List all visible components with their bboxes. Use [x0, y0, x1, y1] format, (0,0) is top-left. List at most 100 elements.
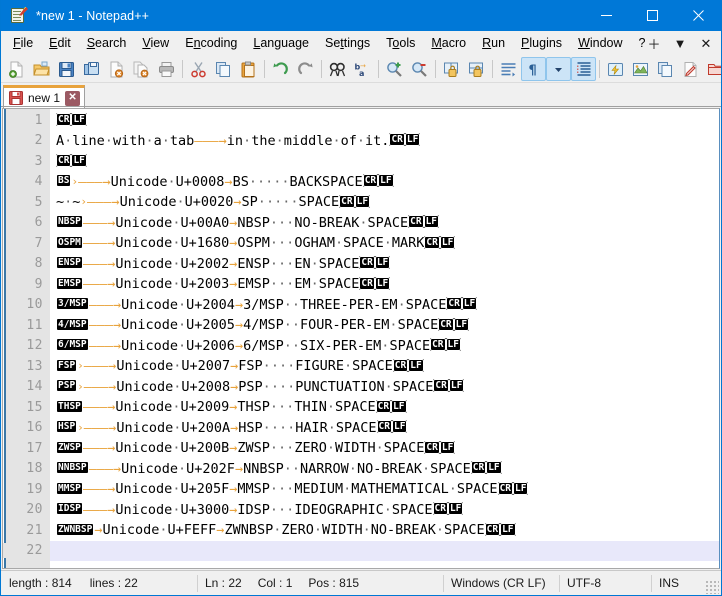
indent-guide-icon[interactable]: [571, 57, 596, 81]
sync-horizontal-scroll-icon[interactable]: [464, 57, 489, 81]
editor-line[interactable]: 21 ZWNBSP → Unicode · U+FEFF → ZWNBSP · ZERO · WIDT…: [3, 520, 719, 541]
tab-list-button[interactable]: ▼: [667, 31, 693, 56]
sync-vertical-scroll-icon[interactable]: [439, 57, 464, 81]
find-icon[interactable]: [325, 57, 350, 81]
close-all-icon[interactable]: [129, 57, 154, 81]
editor-line[interactable]: 5 ~ · ~ › ———→ Unicode · U+0020 → SP · · · · · SPACE CR LF: [3, 192, 719, 213]
menu-view[interactable]: View: [134, 33, 177, 54]
editor-line[interactable]: 10 3/MSP ———→ Unicode · U+2004 → 3/MSP · · THREE-P…: [3, 295, 719, 316]
close-tab-button[interactable]: ✕: [693, 31, 719, 56]
line-content[interactable]: HSP › ———→ Unicode · U+200A → HSP · · · · HAIR · SPACE…: [50, 418, 719, 439]
line-content[interactable]: CR LF: [50, 151, 719, 172]
line-content[interactable]: IDSP ———→ Unicode · U+3000 → IDSP · · · IDEOGRAPHI…: [50, 500, 719, 521]
editor-line[interactable]: 18 NNBSP ———→ Unicode · U+202F → NNBSP · · NARROW ·…: [3, 459, 719, 480]
line-content[interactable]: NBSP ———→ Unicode · U+00A0 → NBSP · · · NO-BREAK · S…: [50, 213, 719, 234]
line-content[interactable]: A · line · with · a · tab ———→ in · the · middle · of · it…: [50, 131, 719, 152]
line-content[interactable]: OSPM ———→ Unicode · U+1680 → OSPM · · · OGHAM · SPAC…: [50, 233, 719, 254]
menu-language[interactable]: Language: [245, 33, 317, 54]
editor-line[interactable]: 14 PSP › ———→ Unicode · U+2008 → PSP · · · · PUNCTUAT…: [3, 377, 719, 398]
show-all-characters-icon[interactable]: ¶: [521, 57, 546, 81]
menu-macro[interactable]: Macro: [423, 33, 474, 54]
cut-icon[interactable]: [186, 57, 211, 81]
code-text: FOUR-PER-EM: [300, 317, 390, 333]
line-content[interactable]: 3/MSP ———→ Unicode · U+2004 → 3/MSP · · THREE-PER…: [50, 295, 719, 316]
menu-file[interactable]: File: [5, 33, 41, 54]
print-icon[interactable]: [154, 57, 179, 81]
menu-window[interactable]: Window: [570, 33, 630, 54]
close-file-icon[interactable]: [104, 57, 129, 81]
status-insert-mode[interactable]: INS: [651, 571, 695, 596]
editor-line[interactable]: 6 NBSP ———→ Unicode · U+00A0 → NBSP · · · NO-BREAK ·…: [3, 213, 719, 234]
replace-icon[interactable]: b → a: [350, 57, 375, 81]
open-file-icon[interactable]: [29, 57, 54, 81]
menu-run[interactable]: Run: [474, 33, 513, 54]
save-icon[interactable]: [54, 57, 79, 81]
tab-new-1[interactable]: new 1 ✕: [3, 85, 86, 108]
line-content[interactable]: MMSP ———→ Unicode · U+205F → MMSP · · · MEDIUM · MAT…: [50, 479, 719, 500]
undo-icon[interactable]: [268, 57, 293, 81]
line-content[interactable]: 6/MSP ———→ Unicode · U+2006 → 6/MSP · · SIX-PER-E…: [50, 336, 719, 357]
add-tab-button[interactable]: ＋: [641, 31, 667, 56]
user-defined-dialog-icon[interactable]: [603, 57, 628, 81]
editor-line[interactable]: 11 4/MSP ———→ Unicode · U+2005 → 4/MSP · · FOUR-PE…: [3, 315, 719, 336]
menu-tools[interactable]: Tools: [378, 33, 423, 54]
line-content[interactable]: 4/MSP ———→ Unicode · U+2005 → 4/MSP · · FOUR-PER-…: [50, 315, 719, 336]
line-content[interactable]: ~ · ~ › ———→ Unicode · U+0020 → SP · · · · · SPACE CR LF: [50, 192, 719, 213]
editor-line[interactable]: 3 CR LF: [3, 151, 719, 172]
document-map-icon[interactable]: [628, 57, 653, 81]
zoom-out-icon[interactable]: [407, 57, 432, 81]
editor-line[interactable]: 19 MMSP ———→ Unicode · U+205F → MMSP · · · MEDIUM · M…: [3, 479, 719, 500]
zoom-in-icon[interactable]: [382, 57, 407, 81]
redo-icon[interactable]: [293, 57, 318, 81]
line-content[interactable]: NNBSP ———→ Unicode · U+202F → NNBSP · · NARROW · NO…: [50, 459, 719, 480]
status-encoding[interactable]: UTF-8: [559, 571, 651, 596]
maximize-button[interactable]: [629, 0, 675, 31]
folder-as-workspace-icon[interactable]: [703, 57, 721, 81]
editor-line[interactable]: 2 A · line · with · a · tab ———→ in · the · middle · of · i…: [3, 131, 719, 152]
status-eol-format[interactable]: Windows (CR LF): [443, 571, 559, 596]
editor-line[interactable]: 15 THSP ———→ Unicode · U+2009 → THSP · · · THIN · SPA…: [3, 397, 719, 418]
function-list-icon[interactable]: [678, 57, 703, 81]
editor-line[interactable]: 22: [3, 540, 719, 561]
line-content[interactable]: ZWNBSP → Unicode · U+FEFF → ZWNBSP · ZERO · WIDTH ·…: [50, 520, 719, 541]
line-content[interactable]: ENSP ———→ Unicode · U+2002 → ENSP · · · EN · SPACE CR…: [50, 254, 719, 275]
show-all-characters-dropdown-icon[interactable]: [546, 57, 571, 81]
menu-edit[interactable]: Edit: [41, 33, 79, 54]
line-content[interactable]: CR LF: [50, 110, 719, 131]
editor-line[interactable]: 20 IDSP ———→ Unicode · U+3000 → IDSP · · · IDEOGRAP…: [3, 500, 719, 521]
menu-search[interactable]: Search: [79, 33, 135, 54]
editor-line[interactable]: 4 BS › ———→ Unicode · U+0008 → BS · · · · · BACKSPACE C…: [3, 172, 719, 193]
scintilla-editor[interactable]: 1 CR LF 2 A · line · with · a · tab ———→ in · the · middle…: [3, 109, 719, 568]
editor-line[interactable]: 9 EMSP ———→ Unicode · U+2003 → EMSP · · · EM · SPACE C…: [3, 274, 719, 295]
space-dot-marker: ·: [287, 358, 296, 374]
menu-plugins[interactable]: Plugins: [513, 33, 570, 54]
editor-line[interactable]: 12 6/MSP ———→ Unicode · U+2006 → 6/MSP · · SIX-PER…: [3, 336, 719, 357]
line-content[interactable]: ZWSP ———→ Unicode · U+200B → ZWSP · · · ZERO · WIDTH…: [50, 438, 719, 459]
paste-icon[interactable]: [236, 57, 261, 81]
minimize-button[interactable]: [583, 0, 629, 31]
close-button[interactable]: [675, 0, 721, 31]
editor-line[interactable]: 1 CR LF: [3, 110, 719, 131]
line-content[interactable]: EMSP ———→ Unicode · U+2003 → EMSP · · · EM · SPACE CR…: [50, 274, 719, 295]
menu-settings[interactable]: Settings: [317, 33, 378, 54]
new-file-icon[interactable]: [4, 57, 29, 81]
tab-close-icon[interactable]: ✕: [65, 90, 81, 106]
line-content[interactable]: PSP › ———→ Unicode · U+2008 → PSP · · · · PUNCTUATIO…: [50, 377, 719, 398]
editor-line[interactable]: 8 ENSP ———→ Unicode · U+2002 → ENSP · · · EN · SPACE C…: [3, 254, 719, 275]
menu-encoding[interactable]: Encoding: [177, 33, 245, 54]
line-content[interactable]: FSP › ———→ Unicode · U+2007 → FSP · · · · FIGURE · SPA…: [50, 356, 719, 377]
line-content[interactable]: [50, 540, 719, 561]
editor-line[interactable]: 7 OSPM ———→ Unicode · U+1680 → OSPM · · · OGHAM · SPA…: [3, 233, 719, 254]
resize-grip-icon[interactable]: [705, 580, 719, 594]
document-list-icon[interactable]: [653, 57, 678, 81]
line-content[interactable]: BS › ———→ Unicode · U+0008 → BS · · · · · BACKSPACE CR…: [50, 172, 719, 193]
editor-lines[interactable]: 1 CR LF 2 A · line · with · a · tab ———→ in · the · middle…: [3, 110, 719, 568]
word-wrap-icon[interactable]: [496, 57, 521, 81]
editor-area[interactable]: 1 CR LF 2 A · line · with · a · tab ———→ in · the · middle…: [2, 108, 720, 569]
editor-line[interactable]: 16 HSP › ———→ Unicode · U+200A → HSP · · · · HAIR · SPA…: [3, 418, 719, 439]
editor-line[interactable]: 13 FSP › ———→ Unicode · U+2007 → FSP · · · · FIGURE · S…: [3, 356, 719, 377]
save-all-icon[interactable]: [79, 57, 104, 81]
editor-line[interactable]: 17 ZWSP ———→ Unicode · U+200B → ZWSP · · · ZERO · WID…: [3, 438, 719, 459]
copy-icon[interactable]: [211, 57, 236, 81]
line-content[interactable]: THSP ———→ Unicode · U+2009 → THSP · · · THIN · SPACE…: [50, 397, 719, 418]
